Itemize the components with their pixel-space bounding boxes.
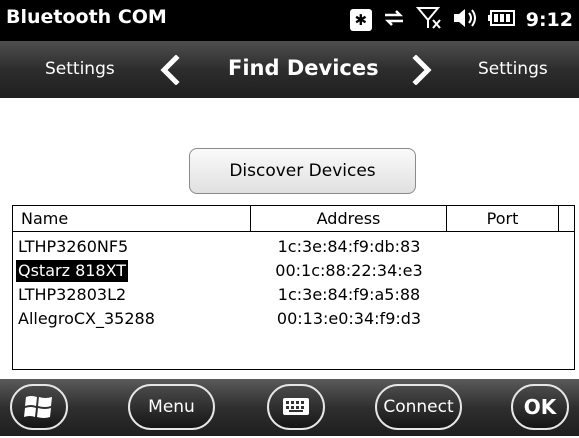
status-icons: ✱ 9:12 bbox=[340, 6, 573, 34]
column-header-spacer bbox=[559, 206, 574, 232]
chevron-right-icon[interactable] bbox=[412, 54, 434, 89]
list-item[interactable]: LTHP3260NF5 1c:3e:84:f9:db:83 bbox=[13, 236, 574, 258]
device-name: LTHP3260NF5 bbox=[18, 237, 129, 256]
chevron-left-icon[interactable] bbox=[158, 54, 180, 89]
device-list[interactable]: Name Address Port LTHP3260NF5 1c:3e:84:f… bbox=[12, 205, 575, 370]
column-header-address[interactable]: Address bbox=[251, 206, 447, 232]
title-bar: Bluetooth COM ✱ 9:12 bbox=[0, 0, 579, 41]
list-item[interactable]: Qstarz 818XT 00:1c:88:22:34:e3 bbox=[13, 260, 574, 282]
ok-button[interactable]: OK bbox=[511, 384, 569, 430]
signal-no-service-icon[interactable] bbox=[415, 6, 442, 34]
list-item[interactable]: LTHP32803L2 1c:3e:84:f9:a5:88 bbox=[13, 284, 574, 306]
data-connection-icon[interactable] bbox=[382, 7, 406, 33]
nav-prev-label[interactable]: Settings bbox=[45, 59, 115, 79]
page-title: Find Devices bbox=[228, 56, 379, 80]
discover-devices-button[interactable]: Discover Devices bbox=[189, 148, 416, 194]
device-name: LTHP32803L2 bbox=[18, 285, 127, 304]
connect-button[interactable]: Connect bbox=[375, 384, 462, 430]
navigation-bar: Settings Find Devices Settings bbox=[0, 41, 579, 98]
app-title: Bluetooth COM bbox=[6, 6, 167, 28]
clock[interactable]: 9:12 bbox=[526, 9, 573, 31]
device-address: 1c:3e:84:f9:db:83 bbox=[277, 237, 421, 256]
bluetooth-icon[interactable]: ✱ bbox=[349, 9, 372, 31]
column-header-port[interactable]: Port bbox=[447, 206, 559, 232]
softkey-bar: Menu Connect OK bbox=[0, 379, 579, 436]
device-address: 00:1c:88:22:34:e3 bbox=[275, 261, 423, 280]
keyboard-button[interactable] bbox=[267, 384, 325, 430]
keyboard-icon bbox=[282, 398, 310, 422]
list-item[interactable]: AllegroCX_35288 00:13:e0:34:f9:d3 bbox=[13, 308, 574, 330]
nav-next-label[interactable]: Settings bbox=[478, 59, 548, 79]
volume-icon[interactable] bbox=[452, 7, 478, 33]
device-name: AllegroCX_35288 bbox=[18, 309, 155, 328]
battery-icon[interactable] bbox=[487, 9, 516, 31]
menu-button[interactable]: Menu bbox=[128, 384, 215, 430]
start-button[interactable] bbox=[10, 384, 68, 430]
device-name: Qstarz 818XT bbox=[16, 260, 129, 282]
windows-logo-icon bbox=[23, 396, 55, 427]
column-header-name[interactable]: Name bbox=[13, 206, 251, 232]
list-header: Name Address Port bbox=[13, 206, 574, 232]
device-address: 00:13:e0:34:f9:d3 bbox=[276, 309, 422, 328]
device-address: 1c:3e:84:f9:a5:88 bbox=[277, 285, 421, 304]
